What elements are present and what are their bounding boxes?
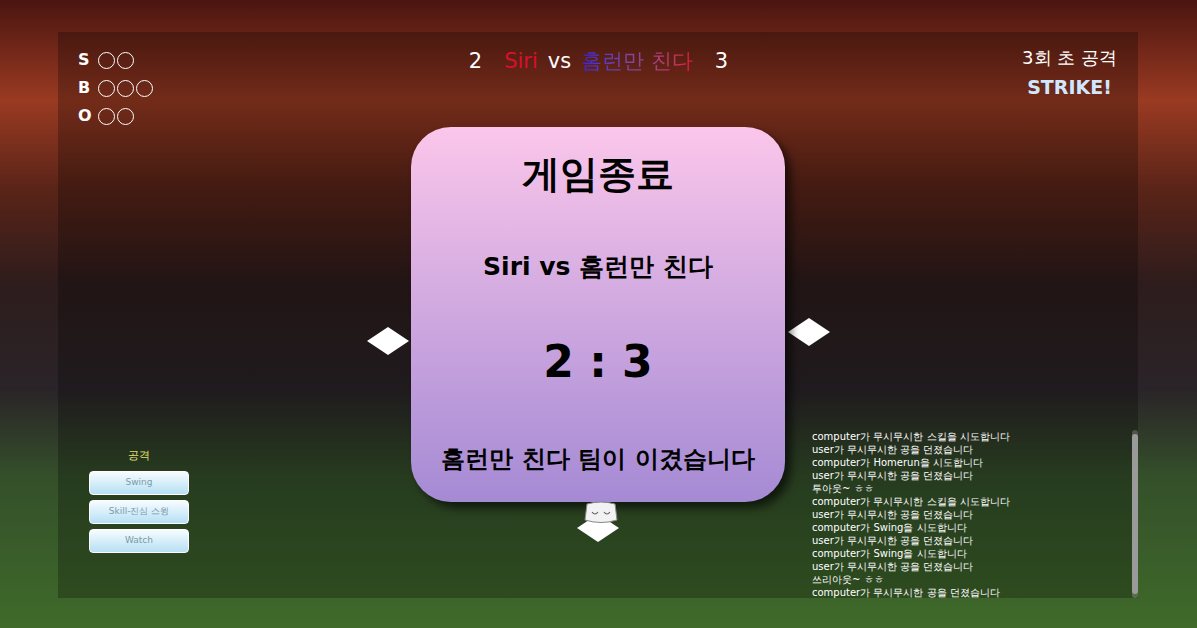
home-team: 홈런만 친다 <box>581 46 693 78</box>
action-button[interactable]: Watch <box>89 529 189 553</box>
dialog-score: 2 : 3 <box>543 336 652 388</box>
home-score: 3 <box>703 46 740 78</box>
dialog-matchup: Siri vs 홈런만 친다 <box>483 251 713 283</box>
count-lights <box>98 108 134 125</box>
attack-controls: 공격 Swing Skill-진심 스윙 Watch <box>89 448 189 553</box>
log-line: computer가 무시무시한 스킬을 시도합니다 <box>812 495 1128 508</box>
log-line: user가 무시무시한 공을 던졌습니다 <box>812 560 1128 573</box>
log-line: computer가 Swing을 시도합니다 <box>812 521 1128 534</box>
game-over-dialog: 게임종료 Siri vs 홈런만 친다 2 : 3 홈런만 친다 팀이 이겼습니… <box>411 127 785 502</box>
away-team: Siri <box>504 46 538 78</box>
count-light <box>98 108 115 125</box>
count-lights <box>98 80 153 97</box>
action-button[interactable]: Swing <box>89 471 189 495</box>
scoreboard: 2 Siri vs 홈런만 친다 3 <box>0 46 1197 78</box>
action-button[interactable]: Skill-진심 스윙 <box>89 500 189 524</box>
count-light <box>136 80 153 97</box>
count-lights <box>98 52 134 69</box>
controls-label: 공격 <box>128 448 150 466</box>
away-score: 2 <box>457 46 494 78</box>
log-line: user가 무시무시한 공을 던졌습니다 <box>812 508 1128 521</box>
log-line: user가 무시무시한 공을 던졌습니다 <box>812 534 1128 547</box>
log-line: user가 무시무시한 공을 던졌습니다 <box>812 443 1128 456</box>
count-light <box>117 80 134 97</box>
log-line: computer가 Homerun을 시도합니다 <box>812 456 1128 469</box>
count-label: S <box>78 48 92 72</box>
count-panel: SBO <box>78 50 153 126</box>
log-line: computer가 무시무시한 스킬을 시도합니다 <box>812 430 1128 443</box>
stadium-background: SBO 2 Siri vs 홈런만 친다 3 3회 초 공격 STRIKE! 게… <box>0 0 1197 628</box>
log-line: user가 무시무시한 공을 던졌습니다 <box>812 469 1128 482</box>
count-light <box>98 80 115 97</box>
count-row: B <box>78 78 153 98</box>
count-label: O <box>78 104 92 128</box>
scrollbar-thumb[interactable] <box>1132 434 1138 594</box>
count-light <box>117 52 134 69</box>
log-line: computer가 무시무시한 공을 던졌습니다 <box>812 586 1128 598</box>
third-base-icon <box>367 327 409 355</box>
log-scrollbar[interactable] <box>1132 430 1138 598</box>
count-label: B <box>78 76 92 100</box>
pitch-call: STRIKE! <box>1027 73 1112 102</box>
count-row: O <box>78 106 153 126</box>
dialog-title: 게임종료 <box>522 151 674 197</box>
count-row: S <box>78 50 153 70</box>
batter-icon <box>583 500 619 525</box>
versus: vs <box>548 46 571 78</box>
inning-panel: 3회 초 공격 STRIKE! <box>1022 44 1117 102</box>
game-log: computer가 무시무시한 스킬을 시도합니다user가 무시무시한 공을 … <box>812 430 1128 598</box>
dialog-result: 홈런만 친다 팀이 이겼습니다 <box>441 442 754 476</box>
log-line: 쓰리아웃~ ㅎㅎ <box>812 573 1128 586</box>
log-line: computer가 Swing을 시도합니다 <box>812 547 1128 560</box>
count-light <box>98 52 115 69</box>
log-line: 투아웃~ ㅎㅎ <box>812 482 1128 495</box>
count-light <box>117 108 134 125</box>
first-base-icon <box>788 318 830 346</box>
inning: 3회 초 공격 <box>1022 44 1117 71</box>
